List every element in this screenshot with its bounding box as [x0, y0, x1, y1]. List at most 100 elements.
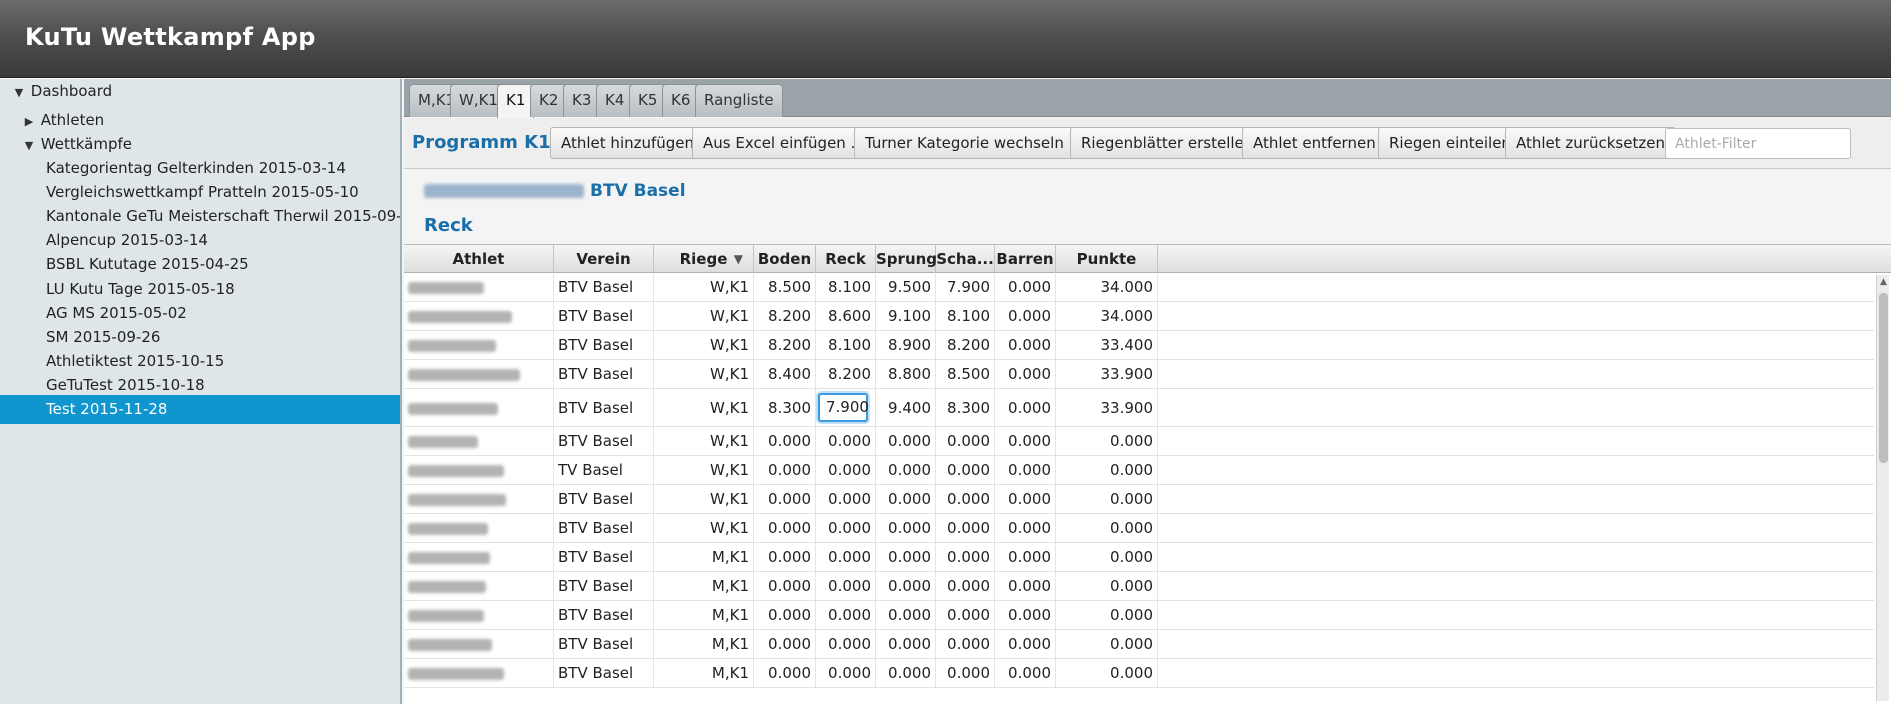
score-cell-sprung[interactable]: 0.000	[876, 572, 936, 600]
score-cell-sprung[interactable]: 8.900	[876, 331, 936, 359]
score-cell-reck[interactable]: 8.200	[816, 360, 876, 388]
score-cell-scha[interactable]: 0.000	[936, 456, 995, 484]
column-header-punkte[interactable]: Punkte	[1056, 245, 1158, 273]
verein-cell[interactable]: BTV Basel	[554, 485, 654, 513]
score-cell-sprung[interactable]: 0.000	[876, 543, 936, 571]
table-row[interactable]: BTV Basel W,K1 0.000 0.000 0.000 0.000 0.000 0.…	[404, 427, 1874, 456]
score-cell-punkte[interactable]: 33.400	[1056, 331, 1158, 359]
tab-k6[interactable]: K6	[662, 84, 700, 117]
riege-cell[interactable]: M,K1	[654, 572, 754, 600]
table-row[interactable]: BTV Basel M,K1 0.000 0.000 0.000 0.000 0.000 0.…	[404, 572, 1874, 601]
score-cell-punkte[interactable]: 0.000	[1056, 485, 1158, 513]
riege-cell[interactable]: W,K1	[654, 331, 754, 359]
verein-cell[interactable]: BTV Basel	[554, 302, 654, 330]
athlete-name-cell[interactable]	[404, 659, 554, 687]
score-cell-barren[interactable]: 0.000	[995, 360, 1056, 388]
score-cell-barren[interactable]: 0.000	[995, 514, 1056, 542]
table-row[interactable]: BTV Basel W,K1 8.200 8.600 9.100 8.100 0.000 34…	[404, 302, 1874, 331]
score-cell-punkte[interactable]: 33.900	[1056, 389, 1158, 426]
vertical-scrollbar[interactable]: ▲	[1876, 275, 1889, 701]
riege-cell[interactable]: M,K1	[654, 630, 754, 658]
score-cell-reck[interactable]: 0.000	[816, 514, 876, 542]
riege-cell[interactable]: W,K1	[654, 456, 754, 484]
score-cell-barren[interactable]: 0.000	[995, 273, 1056, 301]
score-cell-boden[interactable]: 0.000	[754, 427, 816, 455]
turner-kategorie-wechseln-button[interactable]: Turner Kategorie wechseln ...	[854, 127, 1094, 159]
score-cell-scha[interactable]: 0.000	[936, 601, 995, 629]
athlet-entfernen-button[interactable]: Athlet entfernen	[1242, 127, 1387, 159]
score-cell-scha[interactable]: 0.000	[936, 427, 995, 455]
score-cell-scha[interactable]: 0.000	[936, 630, 995, 658]
table-row[interactable]: BTV Basel M,K1 0.000 0.000 0.000 0.000 0.000 0.…	[404, 601, 1874, 630]
score-cell-boden[interactable]: 0.000	[754, 572, 816, 600]
athlete-name-cell[interactable]	[404, 456, 554, 484]
column-header-riege[interactable]: Riege ▼	[654, 245, 754, 273]
athlet-filter-input[interactable]	[1665, 128, 1851, 159]
verein-cell[interactable]: BTV Basel	[554, 389, 654, 426]
score-cell-punkte[interactable]: 0.000	[1056, 427, 1158, 455]
table-row[interactable]: BTV Basel M,K1 0.000 0.000 0.000 0.000 0.000 0.…	[404, 543, 1874, 572]
score-cell-barren[interactable]: 0.000	[995, 456, 1056, 484]
score-cell-boden[interactable]: 0.000	[754, 485, 816, 513]
score-cell-boden[interactable]: 8.300	[754, 389, 816, 426]
score-cell-reck[interactable]: 0.000	[816, 630, 876, 658]
score-cell-reck[interactable]: 0.000	[816, 601, 876, 629]
riege-cell[interactable]: M,K1	[654, 543, 754, 571]
scrollbar-thumb[interactable]	[1879, 293, 1888, 463]
scroll-up-icon[interactable]: ▲	[1877, 275, 1890, 289]
column-header-sprung[interactable]: Sprung	[876, 245, 937, 273]
verein-cell[interactable]: BTV Basel	[554, 630, 654, 658]
column-header-verein[interactable]: Verein	[554, 245, 654, 273]
score-cell-sprung[interactable]: 8.800	[876, 360, 936, 388]
tree-item-competition[interactable]: Test 2015-11-28	[0, 395, 400, 424]
score-cell-boden[interactable]: 8.200	[754, 331, 816, 359]
score-cell-barren[interactable]: 0.000	[995, 389, 1056, 426]
table-row[interactable]: BTV Basel W,K1 8.200 8.100 8.900 8.200 0.000 33…	[404, 331, 1874, 360]
score-cell-scha[interactable]: 8.200	[936, 331, 995, 359]
score-cell-punkte[interactable]: 34.000	[1056, 302, 1158, 330]
score-cell-barren[interactable]: 0.000	[995, 331, 1056, 359]
score-cell-punkte[interactable]: 0.000	[1056, 572, 1158, 600]
score-cell-scha[interactable]: 0.000	[936, 514, 995, 542]
score-cell-punkte[interactable]: 0.000	[1056, 630, 1158, 658]
athlete-name-cell[interactable]	[404, 427, 554, 455]
score-cell-barren[interactable]: 0.000	[995, 659, 1056, 687]
score-cell-boden[interactable]: 0.000	[754, 659, 816, 687]
score-cell-reck[interactable]: 7.900	[816, 389, 876, 426]
riege-cell[interactable]: W,K1	[654, 360, 754, 388]
score-cell-boden[interactable]: 0.000	[754, 456, 816, 484]
score-cell-punkte[interactable]: 0.000	[1056, 659, 1158, 687]
score-cell-punkte[interactable]: 34.000	[1056, 273, 1158, 301]
tab-k4[interactable]: K4	[596, 84, 634, 117]
sort-descending-icon[interactable]: ▼	[734, 245, 743, 273]
riegen-einteilen-button[interactable]: Riegen einteilen	[1378, 127, 1522, 159]
verein-cell[interactable]: TV Basel	[554, 456, 654, 484]
riege-cell[interactable]: W,K1	[654, 514, 754, 542]
score-cell-reck[interactable]: 0.000	[816, 485, 876, 513]
riege-cell[interactable]: W,K1	[654, 273, 754, 301]
score-cell-reck[interactable]: 0.000	[816, 659, 876, 687]
expanded-arrow-icon[interactable]: ▼	[22, 131, 36, 160]
score-cell-reck[interactable]: 8.100	[816, 273, 876, 301]
table-row[interactable]: BTV Basel M,K1 0.000 0.000 0.000 0.000 0.000 0.…	[404, 659, 1874, 688]
score-cell-sprung[interactable]: 0.000	[876, 514, 936, 542]
column-header-barren[interactable]: Barren	[995, 245, 1056, 273]
score-cell-scha[interactable]: 0.000	[936, 485, 995, 513]
athlete-name-cell[interactable]	[404, 302, 554, 330]
score-cell-punkte[interactable]: 33.900	[1056, 360, 1158, 388]
score-cell-barren[interactable]: 0.000	[995, 302, 1056, 330]
athlete-name-cell[interactable]	[404, 572, 554, 600]
athlete-name-cell[interactable]	[404, 273, 554, 301]
score-cell-punkte[interactable]: 0.000	[1056, 456, 1158, 484]
athlete-name-cell[interactable]	[404, 514, 554, 542]
score-cell-reck[interactable]: 0.000	[816, 543, 876, 571]
column-header-scha[interactable]: Scha...	[936, 245, 995, 273]
verein-cell[interactable]: BTV Basel	[554, 427, 654, 455]
score-cell-sprung[interactable]: 9.100	[876, 302, 936, 330]
score-cell-boden[interactable]: 0.000	[754, 630, 816, 658]
score-cell-barren[interactable]: 0.000	[995, 572, 1056, 600]
tab-k5[interactable]: K5	[629, 84, 667, 117]
verein-cell[interactable]: BTV Basel	[554, 360, 654, 388]
tab-k2[interactable]: K2	[530, 84, 568, 117]
score-cell-scha[interactable]: 0.000	[936, 659, 995, 687]
